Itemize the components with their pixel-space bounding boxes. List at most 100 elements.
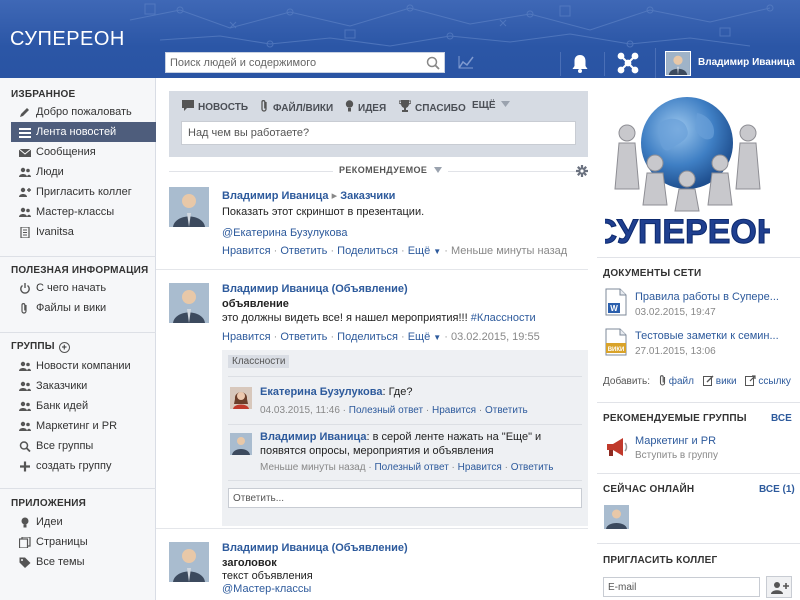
comment-text: Где? [388,386,413,398]
comment-author-avatar[interactable] [230,387,252,409]
reply-button[interactable]: Ответить [511,462,554,473]
comments-section: Классности Екатерина Бузулукова: Где? 04… [222,350,588,526]
like-button[interactable]: Нравится [222,331,271,343]
nav-item-files-wiki[interactable]: Файлы и вики [11,298,156,318]
post-author-avatar[interactable] [169,542,209,582]
search-input[interactable] [166,53,416,72]
wiki-doc-icon[interactable]: ВИКИ [605,328,627,356]
bulb-icon [21,517,29,528]
email-input[interactable] [603,577,760,597]
like-button[interactable]: Нравится [458,462,502,473]
people-icon [19,167,31,177]
current-user-menu[interactable]: Владимир Иваница [655,48,800,78]
more-menu[interactable]: Ещё ▼ [408,245,442,257]
chart-icon[interactable] [458,55,474,69]
nav-item-all-topics[interactable]: Все темы [11,552,156,572]
post-author-avatar[interactable] [169,187,209,227]
nav-item-create-group[interactable]: создать группу [11,456,156,476]
post-author-link[interactable]: Владимир Иваница (Объявление) [222,542,408,554]
doc-link[interactable]: Правила работы в Супере... [635,291,779,303]
network-icon[interactable] [614,48,642,78]
join-group-link[interactable]: Вступить в группу [635,450,718,461]
app-logo[interactable]: СУПЕРЕОН [10,28,125,51]
doc-link[interactable]: Тестовые заметки к семин... [635,330,779,342]
tab-idea[interactable]: ИДЕЯ [345,100,386,114]
wiki-badge-text: ВИКИ [608,347,625,353]
nav-item-customers[interactable]: Заказчики [11,376,156,396]
nav-item-master-classes[interactable]: Мастер-классы [11,202,156,222]
like-button[interactable]: Нравится [432,405,476,416]
comment-author-avatar[interactable] [230,433,252,455]
nav-item-label: Ivanitsa [36,226,74,238]
current-user-name[interactable]: Владимир Иваница [698,57,795,68]
nav-item-messages[interactable]: Сообщения [11,142,156,162]
status-input[interactable] [181,121,576,145]
useful-answer-button[interactable]: Полезный ответ [374,462,448,473]
reply-button[interactable]: Ответить [485,405,528,416]
gear-icon[interactable] [576,165,588,177]
comment-author-link[interactable]: Владимир Иваница [260,431,367,443]
right-divider [597,543,800,544]
mention-link[interactable]: @Екатерина Бузулукова [222,227,347,239]
nav-item-all-groups[interactable]: Все группы [11,436,156,456]
all-online-link[interactable]: ВСЕ (1) [759,484,795,495]
tab-news[interactable]: НОВОСТЬ [182,100,248,113]
nav-item-ivanitsa[interactable]: Ivanitsa [11,222,156,242]
search-icon[interactable] [426,56,440,70]
reply-button[interactable]: Ответить [280,245,327,257]
post-group-link[interactable]: Заказчики [340,190,395,202]
megaphone-icon[interactable] [605,436,629,458]
nav-item-invite[interactable]: Пригласить коллег [11,182,156,202]
nav-item-getting-started[interactable]: С чего начать [11,278,156,298]
post-composer: НОВОСТЬ ФАЙЛ/ВИКИ ИДЕЯ СПАСИБО ЕЩЁ [169,91,588,157]
hashtag-link[interactable]: #Классности [471,312,536,324]
tab-file-wiki[interactable]: ФАЙЛ/ВИКИ [260,100,333,114]
nav-item-welcome[interactable]: Добро пожаловать [11,102,156,122]
reply-input[interactable] [228,488,582,508]
post-author-link[interactable]: Владимир Иваница (Объявление) [222,283,408,295]
nav-item-people[interactable]: Люди [11,162,156,182]
comment-author-link[interactable]: Екатерина Бузулукова [260,386,382,398]
tab-label: ИДЕЯ [358,103,387,114]
trophy-icon [399,100,411,112]
nav-item-ideas[interactable]: Идеи [11,512,156,532]
all-groups-link[interactable]: ВСЕ [771,413,792,424]
add-group-icon[interactable]: + [58,342,70,353]
arrow-right-icon: ▸ [331,190,338,202]
like-button[interactable]: Нравится [222,245,271,257]
plus-icon [20,461,30,472]
nav-item-company-news[interactable]: Новости компании [11,356,156,376]
post-author-avatar[interactable] [169,283,209,323]
topic-tag[interactable]: Классности [228,355,290,368]
user-avatar[interactable] [665,51,691,76]
add-label: Добавить: [603,376,650,387]
nav-item-marketing[interactable]: Маркетинг и PR [11,416,156,436]
search-bar[interactable] [165,52,445,73]
nav-item-pages[interactable]: Страницы [11,532,156,552]
add-file-link[interactable]: файл [669,376,694,387]
word-doc-icon[interactable]: W [605,288,627,316]
mention-link[interactable]: @Мастер-классы [222,583,311,595]
nav-item-news-feed[interactable]: Лента новостей [11,122,156,142]
add-wiki-link[interactable]: вики [716,376,737,387]
comment-actions: Меньше минуты назад · Полезный ответ · Н… [260,462,554,473]
tab-thanks[interactable]: СПАСИБО [399,100,466,114]
speech-bubble-icon [182,100,194,111]
invite-button[interactable] [766,576,792,598]
useful-answer-button[interactable]: Полезный ответ [349,405,423,416]
post-author-link[interactable]: Владимир Иваница [222,190,329,202]
add-link-link[interactable]: ссылку [758,376,791,387]
bell-icon[interactable] [566,48,594,78]
group-link[interactable]: Маркетинг и PR [635,435,716,447]
feed-filter-dropdown[interactable]: РЕКОМЕНДУЕМОЕ [333,165,449,175]
reply-button[interactable]: Ответить [280,331,327,343]
share-button[interactable]: Поделиться [337,245,398,257]
sidebar-divider [0,488,156,489]
more-menu[interactable]: Ещё ▼ [408,331,442,343]
tab-more[interactable]: ЕЩЁ [472,100,511,111]
share-button[interactable]: Поделиться [337,331,398,343]
nav-item-idea-bank[interactable]: Банк идей [11,396,156,416]
right-divider [597,257,800,258]
comment-divider [228,480,582,481]
online-user-avatar[interactable] [604,505,629,529]
